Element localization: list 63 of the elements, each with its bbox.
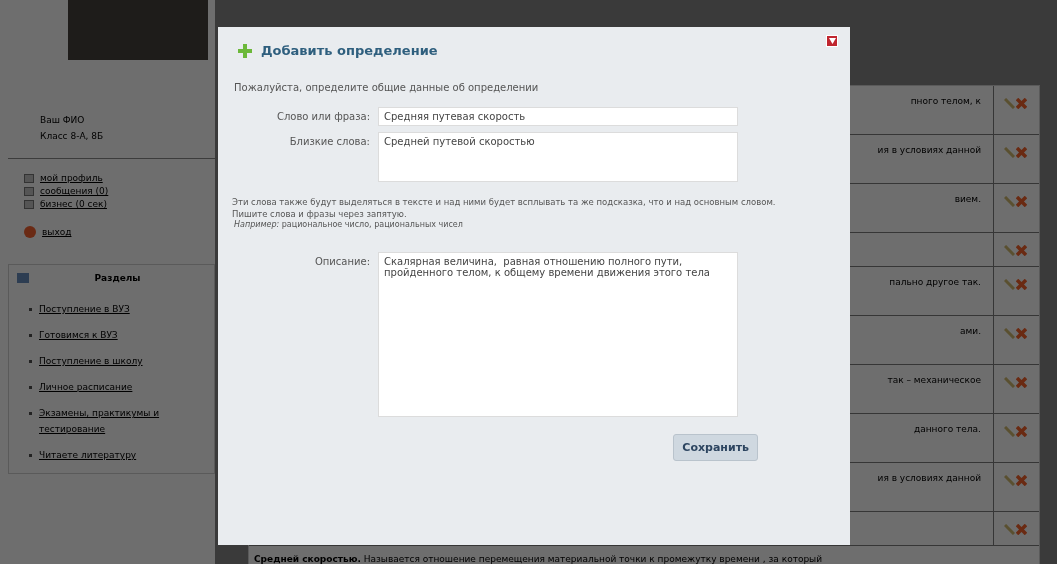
close-icon <box>828 38 836 44</box>
delete-icon[interactable] <box>1016 98 1027 109</box>
example-text: Например: рациональное число, рациональных чисел <box>234 220 464 229</box>
bullet-icon <box>29 360 32 363</box>
bullet-icon <box>29 412 32 415</box>
plus-icon <box>238 43 252 58</box>
pencil-icon[interactable] <box>1004 475 1015 486</box>
delete-icon[interactable] <box>1016 377 1027 388</box>
table-cell-text: данного тела. <box>913 424 981 436</box>
delete-icon[interactable] <box>1016 245 1027 256</box>
pencil-icon[interactable] <box>1004 328 1015 339</box>
description-field[interactable]: Скалярная величина, равная отношению полного пути, пройденного телом, к общему времени движения этого тела <box>378 252 738 417</box>
table-cell-text: так – механическое <box>887 375 981 387</box>
field-label: Слово или фраза: <box>275 110 370 122</box>
section-link[interactable]: Экзамены, практикумы и тестирование <box>39 405 206 437</box>
sidebar-link[interactable]: бизнес (0 сек) <box>40 199 107 209</box>
section-link[interactable]: Личное расписание <box>39 379 133 395</box>
pencil-icon[interactable] <box>1004 196 1015 207</box>
dialog-title: Добавить определение <box>261 43 438 58</box>
field-label: Близкие слова: <box>288 135 370 147</box>
sidebar-link[interactable]: сообщения (0) <box>40 186 109 196</box>
sections-title: Разделы <box>93 273 142 283</box>
delete-icon[interactable] <box>1016 279 1027 290</box>
section-link[interactable]: Готовимся к ВУЗ <box>39 327 118 343</box>
user-info: Ваш ФИО <box>40 114 86 127</box>
table-cell-text: вием. <box>954 194 981 206</box>
section-link[interactable]: Читаете литературу <box>39 447 137 463</box>
table-cell-text: ия в условиях данной <box>877 145 981 157</box>
section-link[interactable]: Поступление в ВУЗ <box>39 301 130 317</box>
bullet-icon <box>29 454 32 457</box>
pencil-icon[interactable] <box>1004 147 1015 158</box>
bullet-icon <box>29 308 32 311</box>
delete-icon[interactable] <box>1016 196 1027 207</box>
table-cell-text: пного телом, к <box>910 96 981 108</box>
field-label: Описание: <box>313 255 370 267</box>
pencil-icon[interactable] <box>1004 377 1015 388</box>
pencil-icon[interactable] <box>1004 524 1015 535</box>
user-info: Класс 8-А, 8Б <box>40 130 105 143</box>
pencil-icon[interactable] <box>1004 98 1015 109</box>
close-button[interactable] <box>826 35 838 47</box>
bullet-icon <box>29 386 32 389</box>
table-cell-text: ия в условиях данной <box>877 473 981 485</box>
word-field[interactable]: Средняя путевая скорость <box>378 107 738 126</box>
section-link[interactable]: Поступление в школу <box>39 353 143 369</box>
bullet-icon <box>29 334 32 337</box>
table-cell: Средней скоростью. Называется отношение перемещения материальной точки к промежутку времени , за который <box>254 554 823 564</box>
table-cell-text: пально другое так. <box>889 277 981 289</box>
table-cell-text: ами. <box>960 326 981 338</box>
pencil-icon[interactable] <box>1004 426 1015 437</box>
delete-icon[interactable] <box>1016 147 1027 158</box>
synonyms-field[interactable]: Средней путевой скоростью <box>378 132 738 182</box>
delete-icon[interactable] <box>1016 475 1027 486</box>
logout-link[interactable]: выход <box>42 227 72 237</box>
save-button[interactable]: Сохранить <box>673 434 758 461</box>
delete-icon[interactable] <box>1016 426 1027 437</box>
delete-icon[interactable] <box>1016 328 1027 339</box>
delete-icon[interactable] <box>1016 524 1027 535</box>
sidebar-link[interactable]: мой профиль <box>40 173 103 183</box>
logout-icon <box>24 226 36 238</box>
pencil-icon[interactable] <box>1004 279 1015 290</box>
dialog-intro: Пожалуйста, определите общие данные об определении <box>234 82 540 93</box>
hint-text: Эти слова также будут выделяться в тексте и над ними будет всплывать та же подсказка, что и над основным словом. Пишите слова и фразы через запятую. <box>232 196 777 220</box>
pencil-icon[interactable] <box>1004 245 1015 256</box>
